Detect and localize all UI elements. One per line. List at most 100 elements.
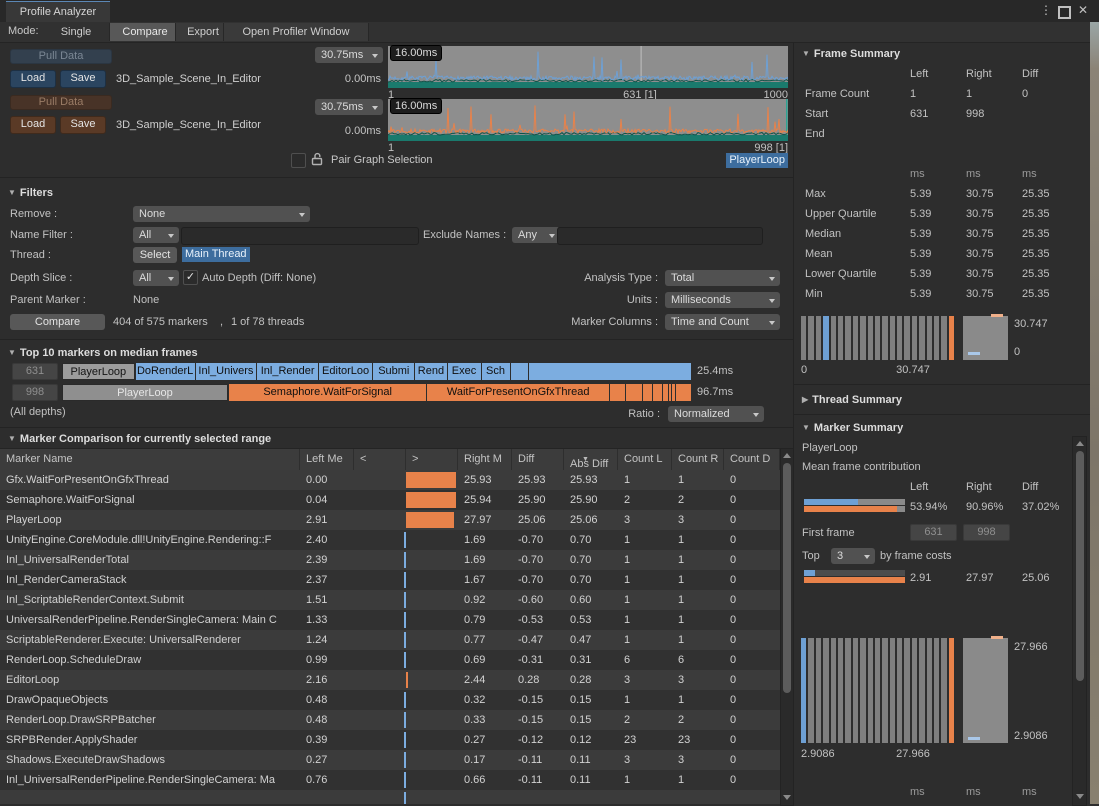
thread-select-button[interactable]: Select (133, 247, 177, 263)
mode-compare-button[interactable]: Compare (109, 23, 181, 41)
top10-segment[interactable] (643, 384, 652, 401)
top10-segment[interactable] (626, 384, 641, 401)
auto-depth-checkbox[interactable]: ✓ (183, 270, 198, 285)
top10-segment[interactable] (511, 363, 529, 380)
mode-single-button[interactable]: Single (45, 24, 107, 41)
maximize-icon[interactable] (1058, 6, 1071, 19)
name-filter-input[interactable] (181, 227, 419, 245)
table-row[interactable]: ScriptableRenderer.Execute: UniversalRen… (0, 630, 780, 650)
column-header-right-m[interactable]: Right M (458, 449, 512, 471)
table-row[interactable]: Semaphore.WaitForSignal0.0425.9425.9025.… (0, 490, 780, 510)
top10-segment[interactable] (610, 384, 625, 401)
save-right-button[interactable]: Save (60, 116, 106, 134)
top10-segment-semaphore-waitforsignal[interactable]: Semaphore.WaitForSignal (229, 384, 426, 401)
top10-segment[interactable] (529, 363, 691, 380)
top-n-dropdown[interactable]: 3 (831, 548, 875, 564)
close-icon[interactable]: ✕ (1078, 3, 1088, 17)
frame-summary-histogram[interactable] (801, 316, 955, 360)
top10-segment-inl-univers[interactable]: Inl_Univers (196, 363, 257, 380)
table-row[interactable]: DrawOpaqueObjects0.480.32-0.150.15110 (0, 690, 780, 710)
top10-segment-exec[interactable]: Exec (448, 363, 481, 380)
ratio-dropdown[interactable]: Normalized (668, 406, 764, 422)
marker-summary-scrollbar[interactable] (1072, 436, 1087, 806)
compare-button[interactable]: Compare (10, 314, 105, 330)
column-header-count-l[interactable]: Count L (618, 449, 672, 471)
column-header-marker-name[interactable]: Marker Name (0, 449, 300, 471)
marker-summary-header[interactable]: ▼Marker Summary (802, 422, 903, 434)
first-frame-right-button[interactable]: 998 (963, 524, 1010, 541)
filters-section-header[interactable]: ▼Filters (8, 187, 53, 199)
unlock-icon[interactable] (311, 152, 324, 166)
thread-value-chip[interactable]: Main Thread (182, 247, 250, 262)
frame-summary-boxplot[interactable] (963, 316, 1008, 360)
table-row[interactable]: Gfx.WaitForPresentOnGfxThread0.0025.9325… (0, 470, 780, 490)
top10-segment-editorloo[interactable]: EditorLoo (319, 363, 372, 380)
table-row[interactable]: PlayerLoop2.9127.9725.0625.06330 (0, 510, 780, 530)
comparison-scrollbar[interactable] (780, 448, 794, 806)
table-row[interactable]: Inl_RenderCameraStack2.371.67-0.700.7011… (0, 570, 780, 590)
kebab-menu-icon[interactable]: ⋮ (1040, 3, 1052, 17)
top10-segment-submi[interactable]: Submi (373, 363, 414, 380)
scroll-up-icon[interactable] (783, 453, 791, 458)
graph2-scale-dropdown[interactable]: 30.75ms (315, 99, 383, 115)
column-header-diff[interactable]: Diff (512, 449, 564, 471)
top10-segment[interactable] (653, 384, 662, 401)
top10-segment[interactable] (676, 384, 691, 401)
comparison-section-header[interactable]: ▼Marker Comparison for currently selecte… (8, 433, 271, 445)
marker-summary-boxplot[interactable] (963, 638, 1008, 743)
graph-selected-marker-chip[interactable]: PlayerLoop (726, 153, 788, 168)
marker-summary-histogram[interactable] (801, 638, 955, 743)
top10-bar-row[interactable]: PlayerLoopDoRenderLInl_UniversInl_Render… (62, 363, 692, 380)
units-dropdown[interactable]: Milliseconds (665, 292, 780, 308)
table-row[interactable]: EditorLoop2.162.440.280.28330 (0, 670, 780, 690)
depth-slice-dropdown[interactable]: All (133, 270, 179, 286)
table-row[interactable]: UnityEngine.CoreModule.dll!UnityEngine.R… (0, 530, 780, 550)
marker-columns-dropdown[interactable]: Time and Count (665, 314, 780, 330)
table-row[interactable]: Inl_UniversalRenderTotal2.391.69-0.700.7… (0, 550, 780, 570)
top10-segment[interactable] (663, 384, 668, 401)
column-header-count-d[interactable]: Count D (724, 449, 780, 471)
thread-summary-header[interactable]: ▶Thread Summary (802, 394, 902, 406)
top10-segment-inl-render[interactable]: Inl_Render (257, 363, 318, 380)
name-filter-mode-dropdown[interactable]: All (133, 227, 179, 243)
top10-frame-number[interactable]: 998 (12, 384, 58, 401)
top10-segment-dorenderl[interactable]: DoRenderL (136, 363, 195, 380)
top10-segment-waitforpresentongfxthread[interactable]: WaitForPresentOnGfxThread (427, 384, 609, 401)
column-header--[interactable]: > (406, 449, 458, 471)
column-header--[interactable]: < (354, 449, 406, 471)
top10-bar-row[interactable]: PlayerLoopSemaphore.WaitForSignalWaitFor… (62, 384, 692, 401)
top10-frame-number[interactable]: 631 (12, 363, 58, 380)
column-header-left-me[interactable]: Left Me (300, 449, 354, 471)
load-left-button[interactable]: Load (10, 70, 56, 88)
comparison-scrollbar-thumb[interactable] (783, 463, 791, 693)
pair-graph-checkbox[interactable] (291, 153, 306, 168)
table-row[interactable] (0, 790, 780, 804)
graph1-scale-dropdown[interactable]: 30.75ms (315, 47, 383, 63)
pull-data-left-button[interactable]: Pull Data (10, 49, 112, 64)
exclude-names-input[interactable] (557, 227, 763, 245)
column-header-abs-diff[interactable]: ▼Abs Diff (564, 449, 618, 471)
marker-summary-scrollbar-thumb[interactable] (1076, 451, 1084, 681)
top10-section-header[interactable]: ▼Top 10 markers on median frames (8, 347, 198, 359)
analysis-type-dropdown[interactable]: Total (665, 270, 780, 286)
table-row[interactable]: UniversalRenderPipeline.RenderSingleCame… (0, 610, 780, 630)
top10-segment[interactable] (669, 384, 672, 401)
first-frame-left-button[interactable]: 631 (910, 524, 957, 541)
scroll-up-icon[interactable] (1076, 441, 1084, 446)
left-frame-graph[interactable] (388, 46, 788, 88)
remove-dropdown[interactable]: None (133, 206, 310, 222)
exclude-mode-dropdown[interactable]: Any (512, 227, 560, 243)
load-right-button[interactable]: Load (10, 116, 56, 134)
top10-segment-rend[interactable]: Rend (415, 363, 446, 380)
scroll-down-icon[interactable] (1076, 794, 1084, 799)
top10-segment-sch[interactable]: Sch (482, 363, 510, 380)
frame-summary-header[interactable]: ▼Frame Summary (802, 48, 900, 60)
table-row[interactable]: Inl_ScriptableRenderContext.Submit1.510.… (0, 590, 780, 610)
table-row[interactable]: RenderLoop.DrawSRPBatcher0.480.33-0.150.… (0, 710, 780, 730)
profile-analyzer-tab[interactable]: Profile Analyzer (6, 1, 110, 23)
top10-segment-playerloop[interactable]: PlayerLoop (62, 384, 228, 401)
column-header-count-r[interactable]: Count R (672, 449, 724, 471)
top10-segment[interactable] (672, 384, 675, 401)
scroll-down-icon[interactable] (783, 795, 791, 800)
top10-segment-playerloop[interactable]: PlayerLoop (62, 363, 135, 380)
